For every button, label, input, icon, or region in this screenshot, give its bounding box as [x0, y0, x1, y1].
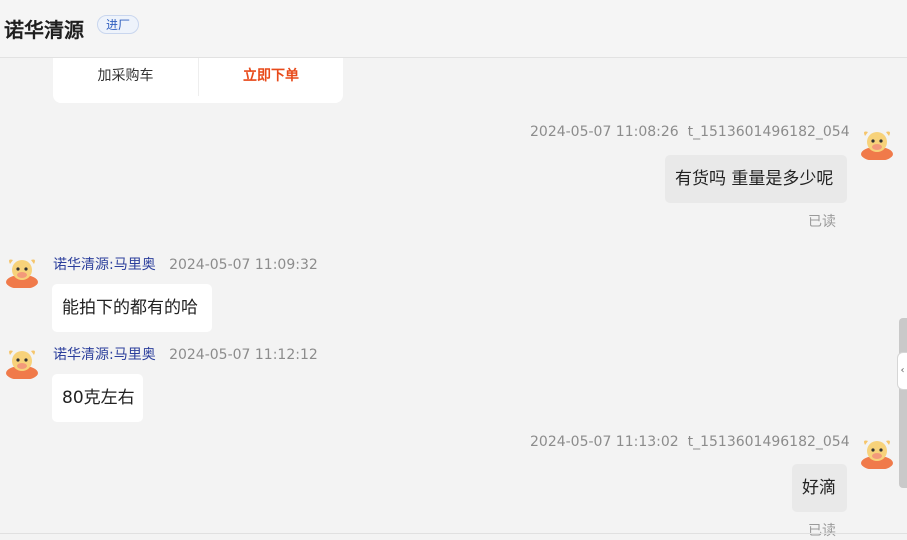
message-meta: 2024-05-07 11:13:02 t_1513601496182_054 [530, 434, 850, 450]
sender-name[interactable]: 诺华清源:马里奥 [53, 347, 156, 363]
cow-avatar-icon[interactable] [859, 124, 895, 160]
add-to-cart-button[interactable]: 加采购车 [53, 63, 198, 89]
read-status: 已读 [808, 523, 836, 539]
message-time: 2024-05-07 11:13:02 [530, 434, 679, 450]
sender-name[interactable]: 诺华清源:马里奥 [53, 257, 156, 273]
message-bubble[interactable]: 80克左右 [52, 374, 143, 422]
message-bubble[interactable]: 能拍下的都有的哈 [52, 284, 212, 332]
message-bubble[interactable]: 有货吗 重量是多少呢 [665, 155, 847, 203]
message-user: t_1513601496182_054 [687, 124, 850, 140]
message-time: 2024-05-07 11:12:12 [169, 347, 318, 363]
message-meta: 诺华清源:马里奥 2024-05-07 11:09:32 [53, 254, 318, 274]
message-bubble[interactable]: 好滴 [792, 464, 847, 512]
message-meta: 诺华清源:马里奥 2024-05-07 11:12:12 [53, 344, 318, 364]
input-divider [0, 533, 907, 534]
shop-badge[interactable]: 进厂 [97, 15, 140, 34]
shop-name[interactable]: 诺华清源 [4, 14, 84, 43]
order-now-button[interactable]: 立即下单 [199, 63, 343, 89]
message-time: 2024-05-07 11:08:26 [530, 124, 679, 140]
chevron-left-icon[interactable]: ‹ [897, 352, 907, 390]
message-user: t_1513601496182_054 [687, 434, 850, 450]
cow-avatar-icon[interactable] [4, 343, 40, 379]
scrollbar-thumb[interactable] [899, 318, 907, 488]
chat-header: 诺华清源 进厂 [0, 0, 907, 58]
product-card: 加采购车 立即下单 [53, 58, 343, 103]
message-meta: 2024-05-07 11:08:26 t_1513601496182_054 [530, 124, 850, 140]
cow-avatar-icon[interactable] [859, 433, 895, 469]
read-status: 已读 [808, 214, 836, 230]
message-time: 2024-05-07 11:09:32 [169, 257, 318, 273]
cow-avatar-icon[interactable] [4, 252, 40, 288]
